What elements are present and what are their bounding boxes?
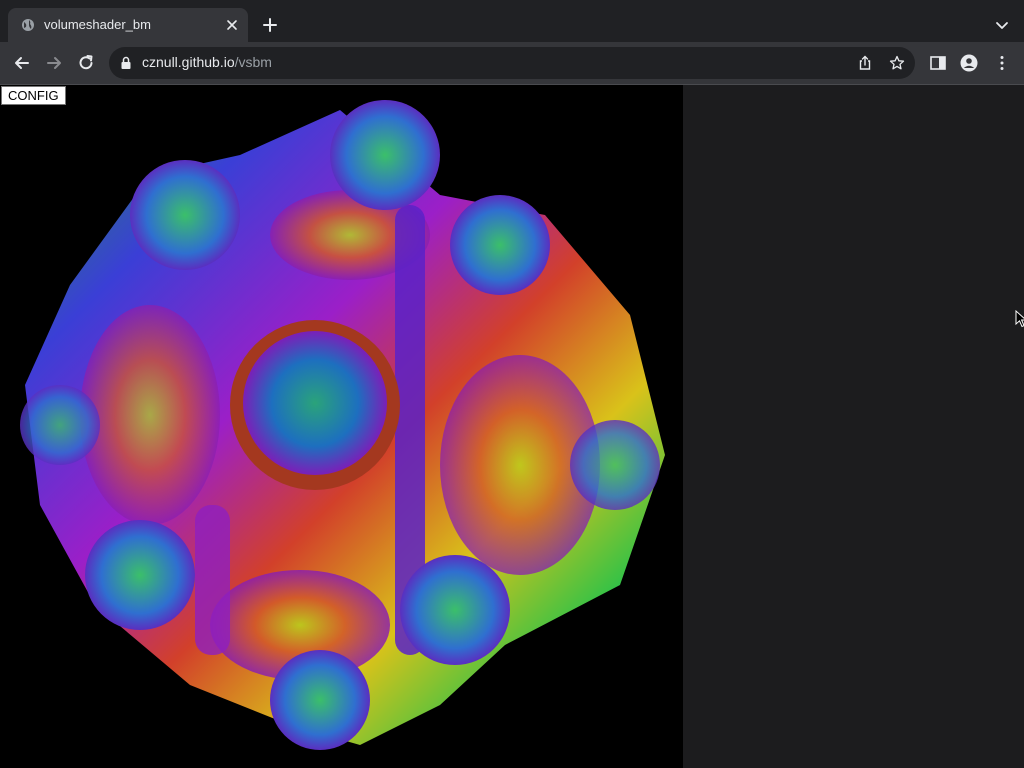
reload-icon[interactable] [76, 53, 96, 73]
close-icon[interactable] [224, 17, 240, 33]
fractal-render [20, 100, 665, 750]
browser-toolbar: cznull.github.io/vsbm [0, 42, 1024, 84]
browser-window: volumeshader_bm cznull.github.io/vsbm CO… [0, 0, 1024, 768]
more-menu-icon[interactable] [993, 54, 1011, 72]
tab-volumeshader[interactable]: volumeshader_bm [8, 8, 248, 42]
lock-icon[interactable] [120, 56, 132, 70]
globe-icon [22, 19, 34, 31]
back-icon[interactable] [12, 53, 32, 73]
plus-icon[interactable] [261, 16, 279, 34]
tab-strip: volumeshader_bm [0, 0, 1024, 42]
url-host: cznull.github.io [142, 54, 235, 70]
page-content: CONFIG [0, 85, 1024, 768]
config-button[interactable]: CONFIG [1, 86, 66, 105]
profile-icon[interactable] [960, 54, 978, 72]
mouse-cursor-icon [1015, 310, 1024, 328]
forward-icon[interactable] [44, 53, 64, 73]
star-icon[interactable] [889, 55, 905, 71]
render-canvas[interactable]: CONFIG [0, 85, 683, 768]
side-panel-icon[interactable] [929, 54, 947, 72]
url-path: /vsbm [234, 54, 272, 70]
tab-title: volumeshader_bm [44, 17, 151, 32]
address-bar[interactable]: cznull.github.io/vsbm [109, 47, 915, 79]
chevron-down-icon[interactable] [994, 17, 1010, 33]
share-icon[interactable] [857, 55, 873, 71]
url-text[interactable]: cznull.github.io/vsbm [142, 54, 272, 70]
